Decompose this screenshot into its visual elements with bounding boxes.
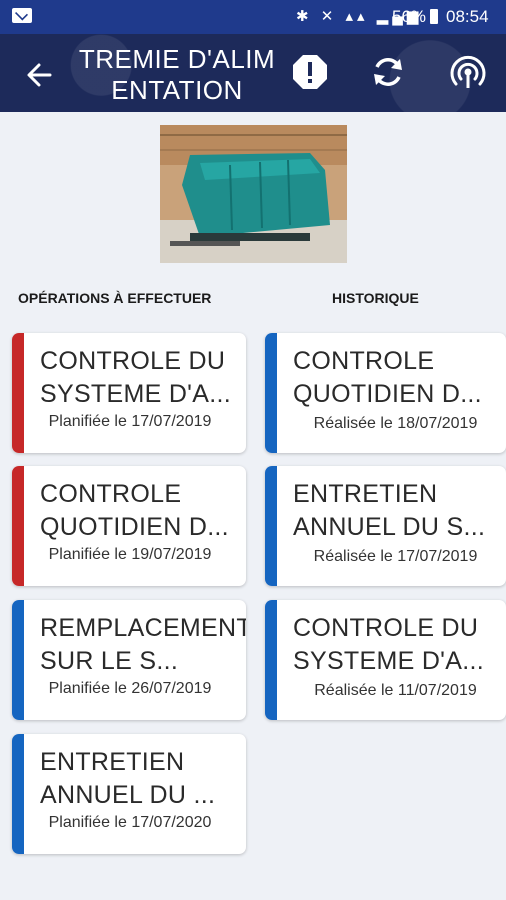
history-card[interactable]: CONTROLE DU SYSTEME D'A... Réalisée le 1…	[265, 600, 506, 720]
operation-name: REMPLACEMENT SUR LE S...	[40, 614, 246, 675]
operation-date: Planifiée le 17/07/2020	[48, 814, 212, 831]
history-date: Réalisée le 18/07/2019	[313, 415, 478, 432]
operation-name: ENTRETIEN ANNUEL DU ...	[40, 748, 216, 809]
refresh-icon[interactable]	[370, 54, 406, 90]
status-stripe	[12, 734, 24, 854]
status-stripe	[12, 466, 24, 586]
operation-date: Planifiée le 26/07/2019	[48, 680, 212, 697]
mail-icon	[12, 8, 32, 23]
operation-date: Planifiée le 19/07/2019	[48, 546, 212, 563]
history-date: Réalisée le 11/07/2019	[314, 682, 477, 699]
history-name: CONTROLE DU SYSTEME D'A...	[293, 614, 484, 675]
equipment-photo	[160, 125, 347, 263]
operation-card[interactable]: CONTROLE DU SYSTEME D'A... Planifiée le …	[12, 333, 246, 453]
history-name: CONTROLE QUOTIDIEN D...	[293, 347, 482, 408]
operation-name: CONTROLE DU SYSTEME D'A...	[40, 347, 231, 408]
alert-icon[interactable]	[292, 54, 328, 90]
status-stripe	[12, 600, 24, 720]
history-date: Réalisée le 17/07/2019	[313, 548, 478, 565]
battery-icon	[430, 9, 438, 24]
operation-name: CONTROLE QUOTIDIEN D...	[40, 480, 229, 541]
back-arrow-icon[interactable]	[24, 60, 54, 90]
operation-card[interactable]: CONTROLE QUOTIDIEN D... Planifiée le 19/…	[12, 466, 246, 586]
operation-card[interactable]: ENTRETIEN ANNUEL DU ... Planifiée le 17/…	[12, 734, 246, 854]
battery-level: 56%	[392, 7, 427, 26]
status-bar: ✱ ✕ ▴▴ ▂▄▆ 56% 08:54	[0, 0, 506, 34]
nfc-signal-icon[interactable]	[448, 52, 488, 92]
status-stripe	[265, 600, 277, 720]
history-card[interactable]: ENTRETIEN ANNUEL DU S... Réalisée le 17/…	[265, 466, 506, 586]
status-stripe	[265, 333, 277, 453]
operations-header: OPÉRATIONS À EFFECTUER	[18, 290, 212, 306]
history-card[interactable]: CONTROLE QUOTIDIEN D... Réalisée le 18/0…	[265, 333, 506, 453]
clock: 08:54	[446, 7, 489, 26]
page-title: TREMIE D'ALIM ENTATION	[78, 44, 276, 105]
app-bar: TREMIE D'ALIM ENTATION	[0, 34, 506, 112]
operation-date: Planifiée le 17/07/2019	[48, 413, 212, 430]
status-stripe	[265, 466, 277, 586]
operation-card[interactable]: REMPLACEMENT SUR LE S... Planifiée le 26…	[12, 600, 246, 720]
history-name: ENTRETIEN ANNUEL DU S...	[293, 480, 486, 541]
status-stripe	[12, 333, 24, 453]
history-header: HISTORIQUE	[332, 290, 419, 306]
